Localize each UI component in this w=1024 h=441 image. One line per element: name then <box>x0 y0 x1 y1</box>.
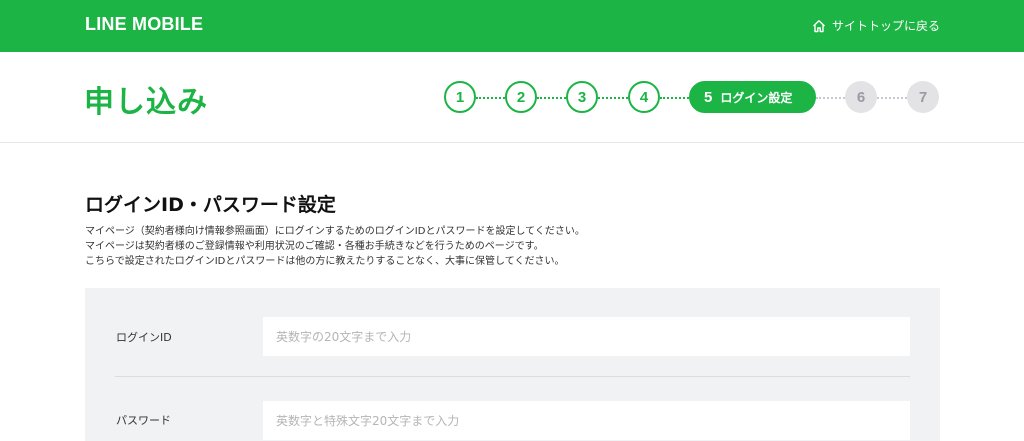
login-form-panel: ログインID パスワード <box>85 288 940 441</box>
step-connector <box>598 97 628 99</box>
step-2: 2 <box>505 81 537 113</box>
page-title: 申し込み <box>84 85 208 120</box>
back-link-label: サイトトップに戻る <box>831 19 940 33</box>
step-7: 7 <box>907 81 939 113</box>
line-mobile-logo[interactable]: LINE MOBILE <box>85 14 203 35</box>
top-header: LINE MOBILE サイトトップに戻る <box>0 0 1024 52</box>
step-connector <box>816 97 845 99</box>
description-line: マイページは契約者様のご登録情報や利用状況のご確認・各種お手続きなどを行うための… <box>85 241 544 252</box>
home-icon <box>813 19 825 32</box>
password-label: パスワード <box>116 414 171 427</box>
password-input[interactable] <box>263 401 910 440</box>
step-connector <box>660 97 689 99</box>
description-line: こちらで設定されたログインIDとパスワードは他の方に教えたりすることなく、大事に… <box>85 256 565 267</box>
title-area: 申し込み 1 2 3 4 5 ログイン設定 6 7 <box>0 52 1024 143</box>
step-6: 6 <box>845 81 877 113</box>
progress-stepper: 1 2 3 4 5 ログイン設定 6 7 <box>444 81 944 114</box>
step-5-current: 5 ログイン設定 <box>689 81 816 113</box>
step-1: 1 <box>444 81 476 113</box>
section-description: マイページ（契約者様向け情報参照画面）にログインするためのログインIDとパスワー… <box>85 224 585 269</box>
step-connector <box>537 97 566 99</box>
step-3: 3 <box>566 81 598 113</box>
login-id-input[interactable] <box>263 317 910 356</box>
step-connector <box>877 97 907 99</box>
form-divider <box>115 376 910 377</box>
step-5-label: ログイン設定 <box>720 90 793 105</box>
step-5-number: 5 <box>704 88 713 106</box>
login-id-label: ログインID <box>116 331 172 344</box>
section-title: ログインID・パスワード設定 <box>85 194 336 216</box>
step-4: 4 <box>628 81 660 113</box>
description-line: マイページ（契約者様向け情報参照画面）にログインするためのログインIDとパスワー… <box>85 226 585 237</box>
back-to-site-top-link[interactable]: サイトトップに戻る <box>812 17 940 34</box>
step-connector <box>476 97 505 99</box>
